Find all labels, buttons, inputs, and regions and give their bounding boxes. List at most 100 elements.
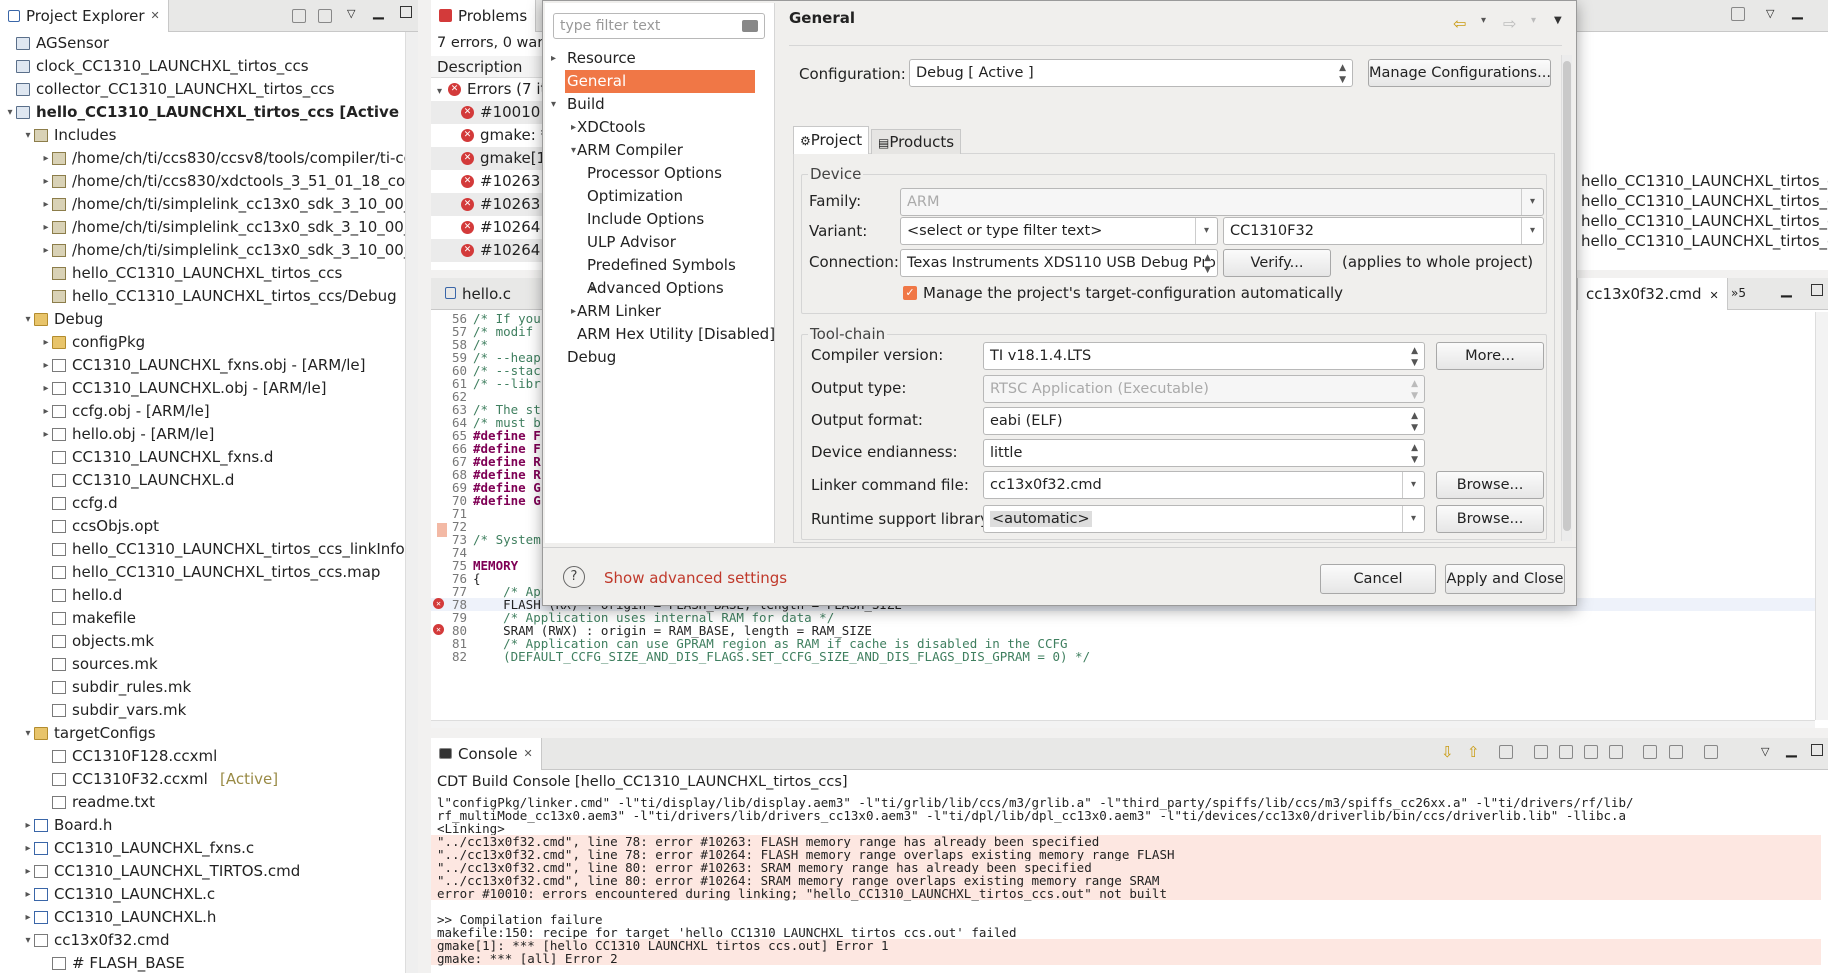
minimize-icon[interactable]: ▁ — [1786, 742, 1797, 758]
problem-row[interactable]: ✕ gmake[1]: *** [hello_CC1310_LAUNCHXL_ti… — [431, 147, 551, 170]
nav-item[interactable]: ▸ Advanced Options — [545, 277, 773, 300]
tree-item[interactable]: ▾ Includes — [0, 124, 417, 147]
chevron-right-icon[interactable]: ▸ — [40, 193, 52, 216]
chevron-right-icon[interactable]: ▸ — [40, 354, 52, 377]
chevron-down-icon[interactable]: ▾ — [1402, 472, 1424, 498]
help-icon[interactable]: ? — [563, 566, 585, 588]
chevron-down-icon[interactable]: ▾ — [1195, 218, 1217, 244]
tree-item[interactable]: ccsObjs.opt — [0, 515, 417, 538]
chevron-right-icon[interactable]: ▸ — [40, 423, 52, 446]
tree-item[interactable]: ▾ targetConfigs — [0, 722, 417, 745]
tree-item[interactable]: AGSensor — [0, 32, 417, 55]
tree-item[interactable]: hello_CC1310_LAUNCHXL_tirtos_ccs.map — [0, 561, 417, 584]
tree-item[interactable]: ▸ hello.obj - [ARM/le] — [0, 423, 417, 446]
variant-filter-input[interactable]: <select or type filter text> ▾ — [900, 217, 1218, 245]
more-tabs-indicator[interactable]: »5 — [1731, 286, 1746, 300]
tree-item[interactable]: CC1310_LAUNCHXL_fxns.d — [0, 446, 417, 469]
linker-cmd-select[interactable]: cc13x0f32.cmd ▾ — [983, 471, 1425, 499]
nav-item[interactable]: ▾ Build — [545, 93, 773, 116]
minimize-icon[interactable]: ▁ — [1792, 4, 1803, 20]
project-explorer-tab[interactable]: Project Explorer ✕ — [0, 0, 169, 32]
tree-item[interactable]: ▸ CC1310_LAUNCHXL.obj - [ARM/le] — [0, 377, 417, 400]
chevron-down-icon[interactable]: ▾ — [4, 101, 16, 124]
tree-item[interactable]: ▾ hello_CC1310_LAUNCHXL_tirtos_ccs [Activ… — [0, 101, 417, 124]
tree-item[interactable]: clock_CC1310_LAUNCHXL_tirtos_ccs — [0, 55, 417, 78]
view-menu-icon[interactable]: ▼ — [1554, 15, 1562, 26]
chevron-down-icon[interactable]: ▾ — [22, 308, 34, 331]
back-icon[interactable]: ⇦ — [1453, 14, 1466, 33]
problem-row[interactable]: ✕ #10264 SRAM memory range overlaps exist… — [431, 239, 551, 262]
problem-row[interactable]: ✕ #10264 FLASH memory range overlaps exis… — [431, 216, 551, 239]
problem-row[interactable]: ✕ #10010 errors encountered during linkin… — [431, 101, 551, 124]
chevron-right-icon[interactable]: ▸ — [22, 883, 34, 906]
problem-row[interactable]: ✕ #10263 SRAM memory range has already be… — [431, 193, 551, 216]
focus-icon[interactable] — [1731, 7, 1745, 21]
page-scrollbar[interactable] — [1561, 55, 1572, 541]
tree-item[interactable]: ▸ CC1310_LAUNCHXL.c — [0, 883, 417, 906]
display-console-icon[interactable] — [1669, 745, 1683, 759]
tree-item[interactable]: ▸ /home/ch/ti/simplelink_cc13x0_sdk_3_10_… — [0, 193, 417, 216]
chevron-right-icon[interactable]: ▸ — [571, 300, 576, 323]
project-tree-scrollbar[interactable] — [405, 32, 418, 973]
back-menu-icon[interactable]: ▾ — [1481, 15, 1486, 26]
verify-button[interactable]: Verify... — [1223, 249, 1331, 277]
nav-item[interactable]: ▾ ARM Compiler — [545, 139, 773, 162]
nav-item[interactable]: ULP Advisor — [545, 231, 773, 254]
scroll-lock-icon[interactable] — [1499, 745, 1513, 759]
problem-row[interactable]: ✕ gmake: *** [all] Error 2 — [431, 124, 551, 147]
close-icon[interactable]: ✕ — [151, 9, 160, 22]
chevron-down-icon[interactable]: ▾ — [1521, 218, 1543, 244]
editor-vertical-scrollbar[interactable] — [1815, 312, 1828, 720]
browse-linker-button[interactable]: Browse... — [1436, 471, 1544, 499]
chevron-right-icon[interactable]: ▸ — [22, 860, 34, 883]
chevron-right-icon[interactable]: ▸ — [571, 116, 576, 139]
chevron-right-icon[interactable]: ▸ — [22, 906, 34, 929]
pin-console-icon[interactable] — [1534, 745, 1548, 759]
chevron-down-icon[interactable]: ▾ — [22, 929, 34, 952]
description-column-header[interactable]: Description — [431, 56, 551, 78]
connection-select[interactable]: Texas Instruments XDS110 USB Debug Probe… — [900, 249, 1218, 277]
more-button[interactable]: More... — [1436, 342, 1544, 370]
tree-item[interactable]: CC1310F128.ccxml — [0, 745, 417, 768]
minimize-icon[interactable]: ▁ — [373, 4, 384, 20]
tree-item[interactable]: ▸ CC1310_LAUNCHXL_fxns.c — [0, 837, 417, 860]
runtime-lib-select[interactable]: <automatic> ▾ — [983, 505, 1425, 533]
chevron-right-icon[interactable]: ▸ — [40, 216, 52, 239]
nav-item[interactable]: Predefined Symbols — [545, 254, 773, 277]
tab-products[interactable]: ▤Products — [871, 129, 962, 154]
chevron-right-icon[interactable]: ▸ — [551, 47, 556, 70]
tree-item[interactable]: ▸ CC1310_LAUNCHXL.h — [0, 906, 417, 929]
tree-item[interactable]: CC1310F32.ccxml [Active] — [0, 768, 417, 791]
chevron-right-icon[interactable]: ▸ — [40, 147, 52, 170]
chevron-right-icon[interactable]: ▸ — [22, 814, 34, 837]
close-icon[interactable]: ✕ — [1710, 289, 1719, 302]
endianness-select[interactable]: little ▲ ▼ — [983, 439, 1425, 467]
tree-item[interactable]: hello_CC1310_LAUNCHXL_tirtos_ccs/Debug — [0, 285, 417, 308]
tree-item[interactable]: ▸ CC1310_LAUNCHXL_TIRTOS.cmd — [0, 860, 417, 883]
problems-tab[interactable]: Problems — [431, 0, 537, 32]
link-editor-icon[interactable] — [318, 9, 332, 23]
tree-item[interactable]: hello_CC1310_LAUNCHXL_tirtos_ccs_linkInf… — [0, 538, 417, 561]
tree-item[interactable]: subdir_rules.mk — [0, 676, 417, 699]
tree-item[interactable]: hello.d — [0, 584, 417, 607]
tree-item[interactable]: readme.txt — [0, 791, 417, 814]
tree-item[interactable]: ▸ ccfg.obj - [ARM/le] — [0, 400, 417, 423]
minimize-icon[interactable]: ▁ — [1781, 282, 1792, 298]
tree-item[interactable]: ▸ Board.h — [0, 814, 417, 837]
new-console-icon[interactable] — [1704, 745, 1718, 759]
tree-item[interactable]: ccfg.d — [0, 492, 417, 515]
tab-project[interactable]: ⚙Project — [793, 126, 870, 154]
scrollbar-thumb[interactable] — [1563, 61, 1571, 531]
maximize-icon[interactable] — [1811, 744, 1823, 756]
nav-item[interactable]: ▸ ARM Linker — [545, 300, 773, 323]
tree-item[interactable]: ▾ cc13x0f32.cmd — [0, 929, 417, 952]
manage-target-checkbox[interactable]: ✓ — [903, 286, 917, 300]
variant-select[interactable]: CC1310F32 ▾ — [1223, 217, 1544, 245]
tree-item[interactable]: objects.mk — [0, 630, 417, 653]
tree-item[interactable]: ▸ /home/ch/ti/simplelink_cc13x0_sdk_3_10_… — [0, 239, 417, 262]
maximize-icon[interactable] — [1811, 284, 1823, 296]
maximize-icon[interactable] — [400, 6, 412, 18]
chevron-right-icon[interactable]: ▸ — [40, 239, 52, 262]
view-menu-icon[interactable]: ▽ — [347, 7, 355, 20]
tree-item[interactable]: CC1310_LAUNCHXL.d — [0, 469, 417, 492]
